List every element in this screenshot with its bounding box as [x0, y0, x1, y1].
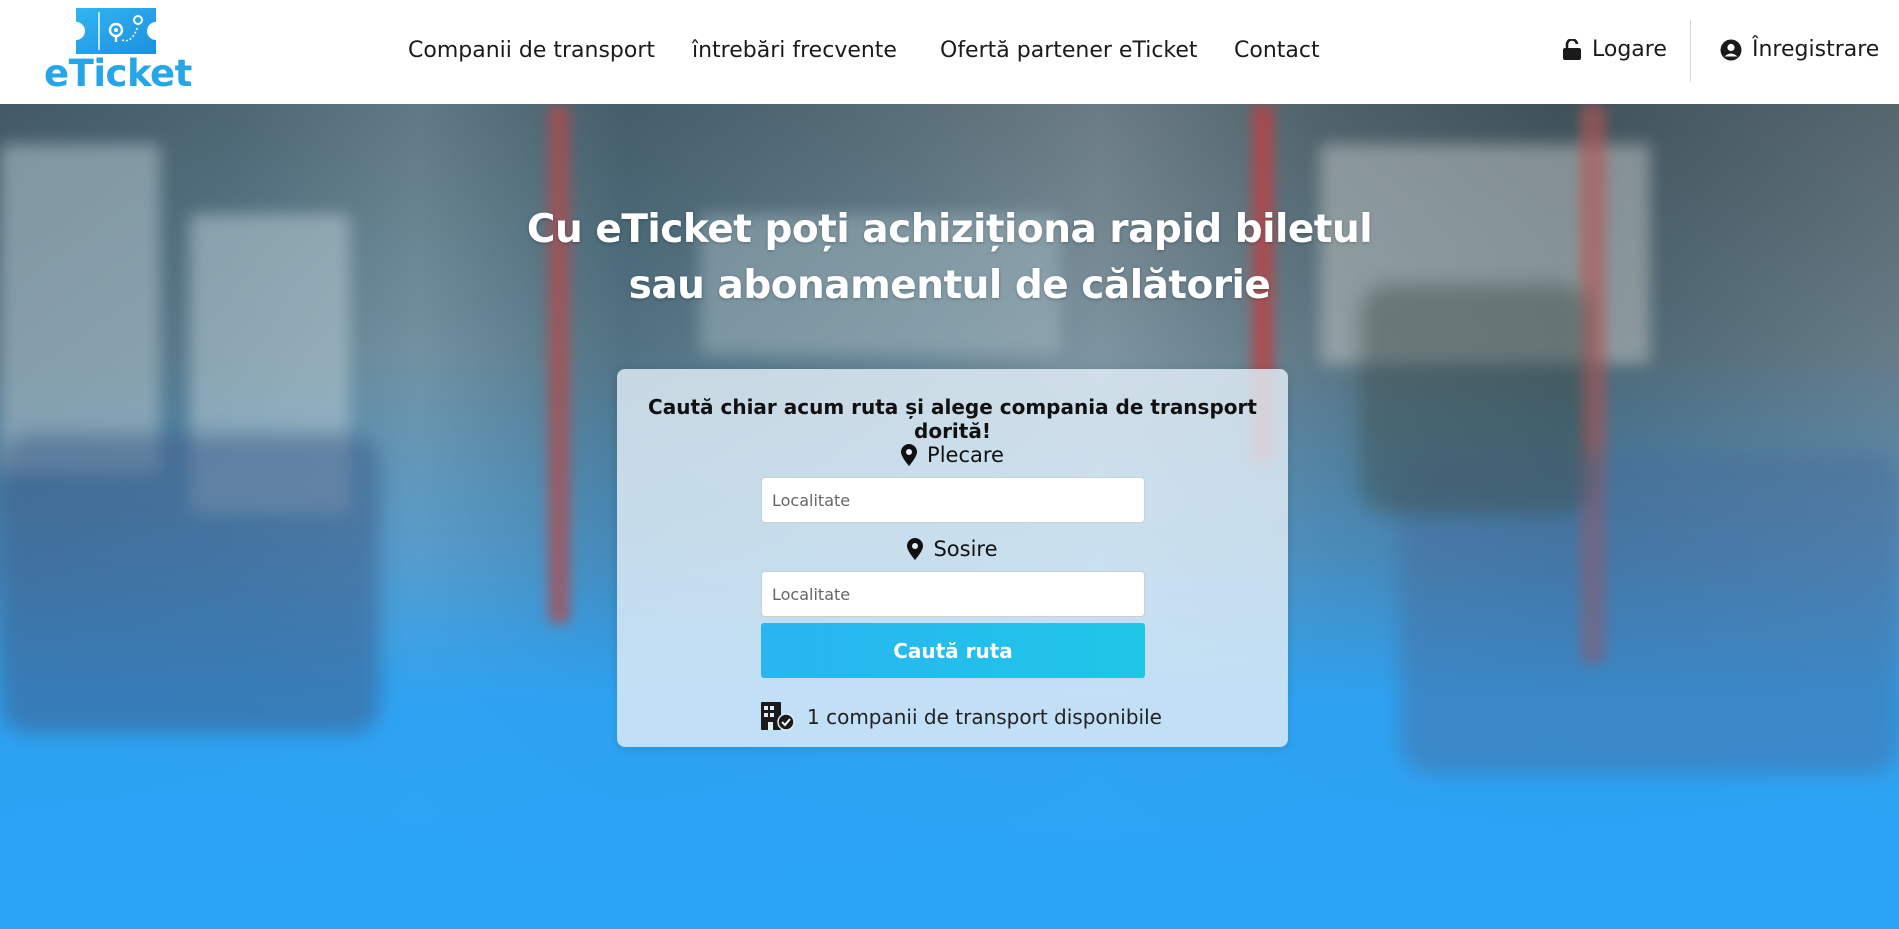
register-label: Înregistrare	[1752, 37, 1880, 62]
arrival-label-text: Sosire	[933, 537, 998, 561]
available-companies: 1 companii de transport disponibile	[761, 702, 1162, 732]
header-divider	[1690, 20, 1691, 82]
logo-text: eTicket	[44, 52, 192, 95]
hero-title-line-1: Cu eTicket poți achiziționa rapid biletu…	[526, 207, 1373, 252]
hero-title-line-2: sau abonamentul de călătorie	[628, 263, 1271, 308]
map-marker-icon	[901, 444, 918, 466]
hero-section: Cu eTicket poți achiziționa rapid biletu…	[0, 104, 1899, 929]
nav-oferta-partener[interactable]: Ofertă partener eTicket	[940, 38, 1198, 63]
site-header: eTicket Companii de transport întrebări …	[0, 0, 1899, 104]
nav-companii-de-transport[interactable]: Companii de transport	[408, 38, 655, 63]
login-label: Logare	[1592, 37, 1667, 62]
register-link[interactable]: Înregistrare	[1720, 37, 1879, 62]
search-headline: Caută chiar acum ruta și alege compania …	[648, 395, 1257, 443]
building-check-icon	[761, 702, 795, 731]
departure-label-text: Plecare	[927, 443, 1004, 467]
user-circle-icon	[1720, 39, 1742, 60]
login-link[interactable]: Logare	[1562, 37, 1667, 62]
route-search-card: Caută chiar acum ruta și alege compania …	[617, 369, 1288, 747]
eticket-logo[interactable]: eTicket	[44, 6, 192, 95]
search-route-button[interactable]: Caută ruta	[761, 623, 1145, 678]
arrival-input[interactable]	[761, 571, 1145, 617]
departure-label: Plecare	[617, 443, 1288, 467]
nav-contact[interactable]: Contact	[1234, 38, 1320, 63]
ticket-logo-icon	[76, 8, 156, 54]
arrival-label: Sosire	[617, 537, 1288, 561]
hero-title: Cu eTicket poți achiziționa rapid biletu…	[0, 202, 1899, 314]
background-seat	[0, 434, 380, 734]
unlock-icon	[1563, 38, 1581, 60]
map-marker-icon	[907, 538, 924, 560]
departure-input[interactable]	[761, 477, 1145, 523]
nav-intrebari-frecvente[interactable]: întrebări frecvente	[692, 38, 897, 63]
background-passenger	[1360, 284, 1590, 514]
available-companies-text: 1 companii de transport disponibile	[807, 705, 1162, 729]
background-pole	[548, 104, 570, 624]
